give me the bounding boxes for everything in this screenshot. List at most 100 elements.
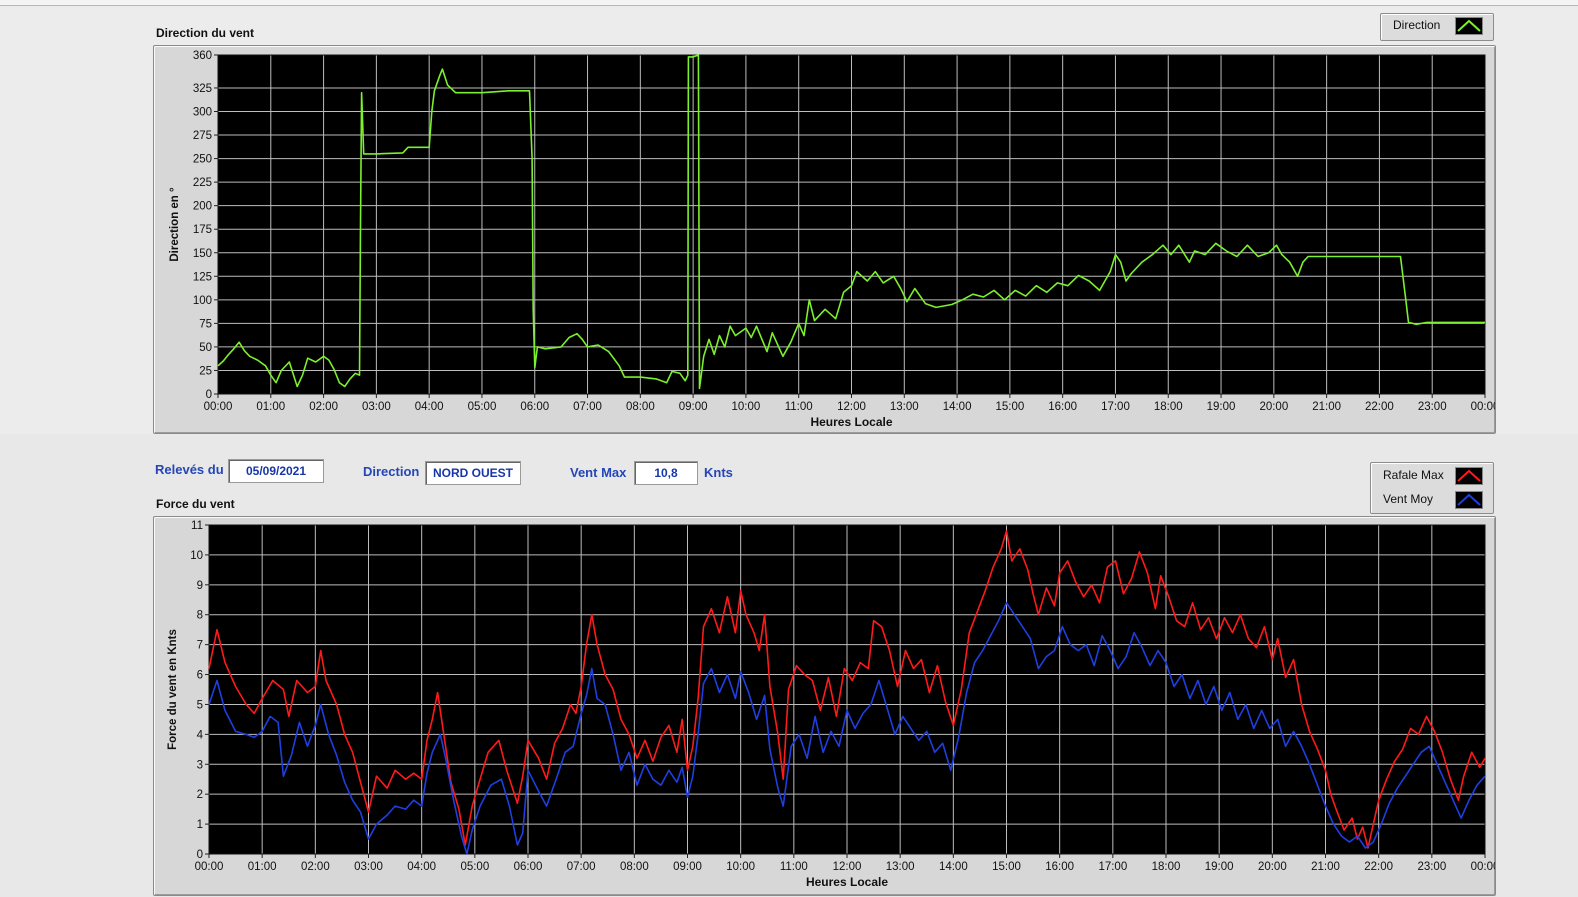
legend-label-ventmoy: Vent Moy bbox=[1383, 492, 1434, 506]
legend-label-rafale: Rafale Max bbox=[1383, 468, 1444, 482]
direction-xtick-label: 07:00 bbox=[573, 401, 602, 413]
direction-ytick-label: 125 bbox=[193, 271, 212, 283]
date-label: Relevés du bbox=[155, 462, 224, 477]
direction-xtick-label: 03:00 bbox=[362, 401, 391, 413]
force-xtick-label: 19:00 bbox=[1205, 861, 1234, 873]
force-chart[interactable]: 00:00 01:00 02:00 03:00 04:00 05:00 06:00 07:00… bbox=[154, 517, 1495, 895]
force-xtick-label: 15:00 bbox=[992, 861, 1021, 873]
force-xtick-label: 08:00 bbox=[620, 861, 649, 873]
force-ytick-label: 0 bbox=[197, 849, 203, 861]
force-xtick-label: 00:00 bbox=[1471, 861, 1495, 873]
direction-xtick-label: 23:00 bbox=[1418, 401, 1447, 413]
force-ytick-label: 2 bbox=[197, 789, 203, 801]
direction-xtick-label: 04:00 bbox=[415, 401, 444, 413]
direction-xtick-label: 22:00 bbox=[1365, 401, 1394, 413]
force-xtick-label: 09:00 bbox=[673, 861, 702, 873]
direction-xlabel: Heures Locale bbox=[810, 415, 892, 429]
force-legend[interactable]: Rafale Max Vent Moy bbox=[1370, 462, 1494, 514]
legend-swatch-rafale-icon bbox=[1455, 467, 1483, 485]
force-xtick-label: 14:00 bbox=[939, 861, 968, 873]
force-xtick-label: 13:00 bbox=[886, 861, 915, 873]
direction-xtick-label: 11:00 bbox=[785, 401, 813, 413]
direction-ylabel: Direction en ° bbox=[169, 187, 181, 262]
force-ytick-label: 10 bbox=[190, 550, 203, 562]
direction-ytick-label: 275 bbox=[193, 130, 212, 142]
ventmax-field[interactable]: 10,8 bbox=[634, 461, 698, 485]
force-ytick-label: 5 bbox=[197, 699, 203, 711]
force-xtick-label: 05:00 bbox=[460, 861, 489, 873]
direction-ytick-label: 150 bbox=[193, 248, 212, 260]
direction-xtick-label: 02:00 bbox=[309, 401, 338, 413]
legend-swatch-ventmoy-icon bbox=[1455, 491, 1483, 509]
direction-ytick-label: 225 bbox=[193, 177, 212, 189]
direction-xtick-label: 12:00 bbox=[837, 401, 866, 413]
force-xtick-label: 18:00 bbox=[1152, 861, 1181, 873]
legend-item-direction[interactable]: Direction bbox=[1381, 14, 1493, 36]
force-xtick-label: 22:00 bbox=[1364, 861, 1393, 873]
force-xtick-label: 02:00 bbox=[301, 861, 330, 873]
force-ylabel: Force du vent en Knts bbox=[167, 629, 179, 750]
direction-xtick-label: 15:00 bbox=[995, 401, 1024, 413]
direction-xtick-label: 05:00 bbox=[468, 401, 497, 413]
force-ytick-label: 4 bbox=[197, 729, 204, 741]
direction-ytick-label: 50 bbox=[199, 342, 212, 354]
direction-ytick-label: 100 bbox=[193, 295, 212, 307]
force-xtick-label: 11:00 bbox=[780, 861, 808, 873]
force-xlabel: Heures Locale bbox=[806, 875, 888, 889]
direction-xtick-label: 00:00 bbox=[204, 401, 233, 413]
force-xtick-label: 20:00 bbox=[1258, 861, 1287, 873]
direction-ytick-label: 200 bbox=[193, 201, 212, 213]
direction-xtick-label: 13:00 bbox=[890, 401, 919, 413]
force-section-title: Force du vent bbox=[156, 497, 235, 511]
direction-xtick-label: 10:00 bbox=[732, 401, 761, 413]
force-chart-frame: 00:00 01:00 02:00 03:00 04:00 05:00 06:00 07:00… bbox=[153, 516, 1496, 896]
direction-xtick-label: 20:00 bbox=[1259, 401, 1288, 413]
direction-xtick-label: 01:00 bbox=[256, 401, 285, 413]
direction-ytick-label: 360 bbox=[193, 50, 212, 62]
force-xtick-label: 01:00 bbox=[248, 861, 277, 873]
force-ytick-label: 9 bbox=[197, 580, 203, 592]
direction-label: Direction bbox=[363, 464, 420, 479]
force-xtick-label: 16:00 bbox=[1045, 861, 1074, 873]
direction-xtick-label: 09:00 bbox=[679, 401, 708, 413]
direction-legend[interactable]: Direction bbox=[1380, 13, 1494, 41]
direction-xtick-label: 16:00 bbox=[1048, 401, 1077, 413]
direction-ytick-label: 325 bbox=[193, 83, 212, 95]
direction-xtick-label: 08:00 bbox=[626, 401, 655, 413]
force-xtick-label: 07:00 bbox=[567, 861, 596, 873]
force-ytick-label: 1 bbox=[197, 819, 203, 831]
direction-field[interactable]: NORD OUEST bbox=[425, 461, 521, 485]
force-ytick-label: 11 bbox=[191, 520, 203, 532]
direction-chart-frame: 00:00 01:00 02:00 03:00 04:00 05:00 06:00 07:00… bbox=[153, 45, 1496, 434]
direction-xtick-label: 00:00 bbox=[1471, 401, 1495, 413]
direction-xtick-label: 17:00 bbox=[1101, 401, 1130, 413]
legend-swatch-direction-icon bbox=[1455, 17, 1483, 35]
force-xtick-label: 03:00 bbox=[354, 861, 383, 873]
force-ytick-label: 8 bbox=[197, 610, 203, 622]
date-field[interactable]: 05/09/2021 bbox=[228, 459, 324, 483]
force-xtick-label: 06:00 bbox=[514, 861, 543, 873]
direction-xtick-label: 18:00 bbox=[1154, 401, 1183, 413]
direction-xtick-label: 06:00 bbox=[520, 401, 549, 413]
direction-ytick-label: 250 bbox=[193, 154, 212, 166]
direction-ytick-label: 25 bbox=[199, 365, 212, 377]
force-ytick-label: 7 bbox=[197, 640, 203, 652]
ventmax-unit: Knts bbox=[704, 465, 733, 480]
force-xtick-label: 21:00 bbox=[1311, 861, 1340, 873]
force-xtick-label: 23:00 bbox=[1417, 861, 1446, 873]
force-ytick-label: 6 bbox=[197, 670, 203, 682]
direction-ytick-label: 0 bbox=[206, 389, 212, 401]
force-ytick-label: 3 bbox=[197, 759, 203, 771]
direction-chart[interactable]: 00:00 01:00 02:00 03:00 04:00 05:00 06:00 07:00… bbox=[154, 46, 1495, 433]
legend-item-rafale[interactable]: Rafale Max bbox=[1371, 464, 1493, 486]
legend-item-ventmoy[interactable]: Vent Moy bbox=[1371, 488, 1493, 510]
direction-ytick-label: 75 bbox=[199, 318, 212, 330]
legend-label-direction: Direction bbox=[1393, 18, 1441, 32]
force-xtick-label: 10:00 bbox=[726, 861, 755, 873]
direction-section-title: Direction du vent bbox=[156, 26, 255, 40]
force-xtick-label: 17:00 bbox=[1098, 861, 1127, 873]
direction-xtick-label: 14:00 bbox=[943, 401, 972, 413]
force-xtick-label: 04:00 bbox=[407, 861, 436, 873]
force-xtick-label: 00:00 bbox=[195, 861, 224, 873]
ventmax-label: Vent Max bbox=[570, 465, 627, 480]
